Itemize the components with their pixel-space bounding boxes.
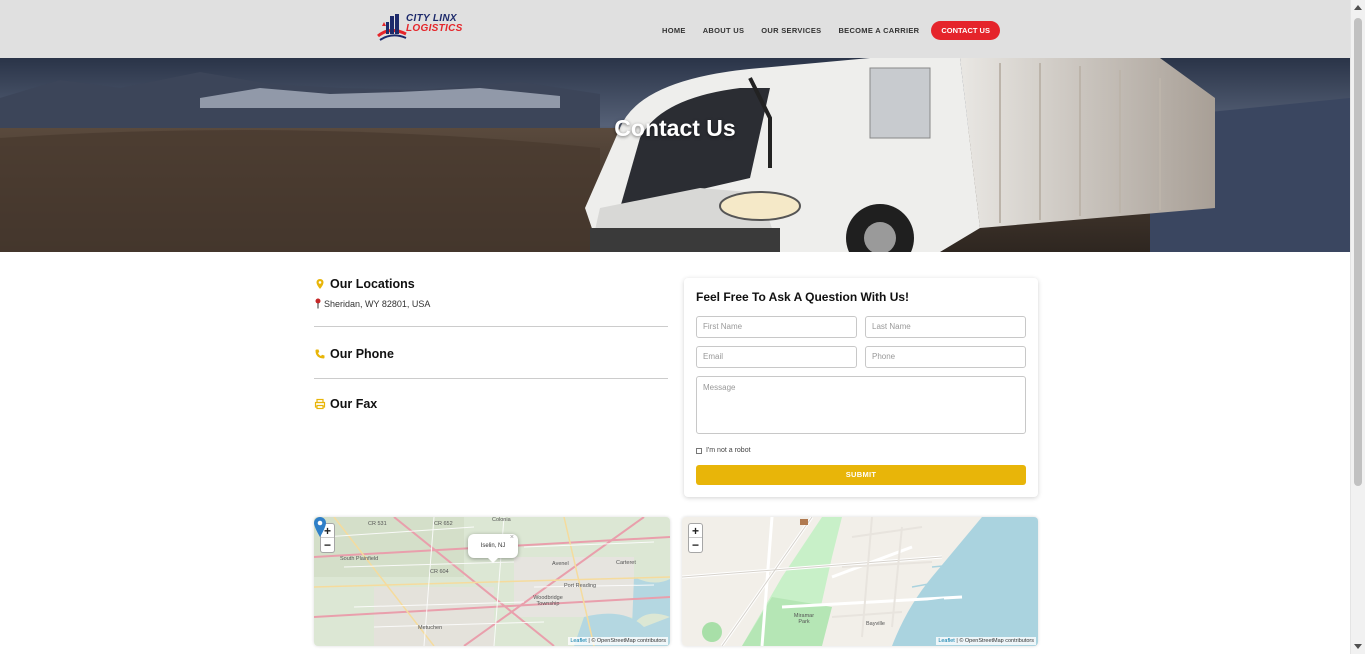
fax-heading: Our Fax [330,397,378,411]
map-label: Miramar Park [793,613,815,625]
locations-section: Our Locations Sheridan, WY 82801, USA [314,276,668,327]
first-name-field[interactable]: First Name [696,316,857,338]
location-pin-icon [315,298,321,309]
zoom-control: + − [688,523,703,553]
osm-attribution: | © OpenStreetMap contributors [956,638,1034,644]
robot-label: I'm not a robot [706,447,751,454]
recaptcha: I'm not a robot [696,447,751,454]
phone-icon [315,349,325,359]
site-header: CITY LINX LOGISTICS HOME ABOUT US OUR SE… [0,0,1350,58]
printer-icon [314,398,326,410]
nav-become-a-carrier[interactable]: BECOME A CARRIER [838,22,919,40]
hero-banner: Contact Us [0,58,1350,252]
map-attribution: Leaflet | © OpenStreetMap contributors [568,637,668,645]
hero-truck-image [0,58,1350,252]
robot-checkbox[interactable] [696,447,702,454]
map-label: South Plainfield [340,556,379,562]
form-title: Feel Free To Ask A Question With Us! [696,290,910,304]
map-label: CR 531 [368,521,387,527]
contact-form: Feel Free To Ask A Question With Us! Fir… [684,278,1038,497]
map-label: Carteret [616,560,636,566]
locations-heading: Our Locations [330,277,415,291]
fax-section: Our Fax [314,396,668,412]
popup-tip [488,558,498,563]
popup-text: Iselin, NJ [480,543,506,549]
logo-icon[interactable] [376,12,408,44]
map-pin-icon [316,279,324,289]
map-tiles [682,517,1038,646]
logo-text[interactable]: CITY LINX LOGISTICS [406,14,463,34]
scroll-down-icon[interactable] [1354,644,1362,649]
last-name-field[interactable]: Last Name [865,316,1026,338]
map-label: CR 604 [430,569,449,575]
phone-section: Our Phone [314,346,668,379]
map-label: Bayville [866,621,885,627]
submit-button[interactable]: SUBMIT [696,465,1026,485]
phone-heading: Our Phone [330,347,394,361]
map-label: CR 652 [434,521,453,527]
nav-home[interactable]: HOME [662,22,686,40]
map-iselin[interactable]: CR 531 CR 652 Colonia South Plainfield A… [314,517,670,646]
nav-about-us[interactable]: ABOUT US [703,22,745,40]
map-detail[interactable]: Miramar Park Bayville + − Leaflet | © Op… [682,517,1038,646]
map-attribution: Leaflet | © OpenStreetMap contributors [936,637,1036,645]
nav-contact-us-button[interactable]: CONTACT US [931,21,1000,40]
divider [314,326,668,327]
page-title: Contact Us [614,115,736,141]
scroll-up-icon[interactable] [1354,5,1362,10]
osm-attribution: | © OpenStreetMap contributors [588,638,666,644]
map-label: Port Reading [564,583,597,589]
main-nav: HOME ABOUT US OUR SERVICES BECOME A CARR… [662,21,1000,40]
page: CITY LINX LOGISTICS HOME ABOUT US OUR SE… [0,0,1350,654]
map-label: Woodbridge Township [533,595,563,607]
location-address: Sheridan, WY 82801, USA [324,298,431,309]
zoom-out-button[interactable]: − [689,538,702,552]
map-marker-icon[interactable] [314,517,326,537]
popup-close-icon[interactable]: × [510,526,514,550]
page-scrollbar[interactable] [1350,0,1365,654]
zoom-out-button[interactable]: − [321,538,334,552]
map-popup: Iselin, NJ × [468,534,518,563]
phone-field[interactable]: Phone [865,346,1026,368]
nav-our-services[interactable]: OUR SERVICES [761,22,821,40]
leaflet-link[interactable]: Leaflet [570,638,587,644]
zoom-in-button[interactable]: + [689,524,702,538]
message-field[interactable]: Message [696,376,1026,434]
contact-info: Our Locations Sheridan, WY 82801, USA Ou… [314,276,668,412]
scroll-thumb[interactable] [1354,18,1362,486]
leaflet-link[interactable]: Leaflet [938,638,955,644]
divider [314,378,668,379]
logo-line2: LOGISTICS [406,23,463,34]
map-label: Metuchen [418,625,443,631]
map-label: Colonia [492,517,511,523]
map-label: Avenel [552,561,569,567]
email-field[interactable]: Email [696,346,857,368]
